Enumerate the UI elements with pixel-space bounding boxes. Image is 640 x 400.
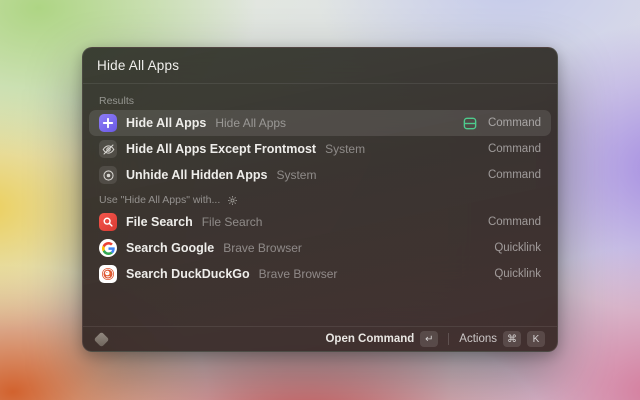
search-input-text: Hide All Apps bbox=[97, 58, 179, 73]
item-title: Search Google bbox=[126, 241, 214, 255]
eye-icon bbox=[99, 166, 117, 184]
footer-action-bar: Open Command ↵ Actions ⌘ K bbox=[83, 326, 557, 351]
command-key-icon: ⌘ bbox=[503, 331, 521, 347]
item-title: Hide All Apps Except Frontmost bbox=[126, 142, 316, 156]
item-kind-badge: Quicklink bbox=[494, 268, 541, 280]
window-icon bbox=[463, 117, 477, 130]
item-title: File Search bbox=[126, 215, 193, 229]
eye-slash-icon bbox=[99, 140, 117, 158]
item-kind-badge: Command bbox=[488, 117, 541, 129]
item-title: Hide All Apps bbox=[126, 116, 206, 130]
list-item[interactable]: Hide All Apps Hide All Apps Command bbox=[89, 110, 551, 136]
item-subtitle: File Search bbox=[202, 215, 263, 229]
section-header-label: Use "Hide All Apps" with... bbox=[99, 193, 220, 207]
section-header: Results bbox=[89, 94, 551, 108]
item-subtitle: Brave Browser bbox=[223, 241, 302, 255]
item-kind-badge: Command bbox=[488, 169, 541, 181]
list-item[interactable]: File Search File Search Command bbox=[89, 209, 551, 235]
list-item[interactable]: Unhide All Hidden Apps System Command bbox=[89, 162, 551, 188]
duckduckgo-icon bbox=[99, 265, 117, 283]
hide-apps-icon bbox=[99, 114, 117, 132]
gear-icon[interactable] bbox=[227, 195, 238, 206]
footer-divider bbox=[448, 333, 449, 345]
list-item[interactable]: Search Google Brave Browser Quicklink bbox=[89, 235, 551, 261]
search-input[interactable]: Hide All Apps bbox=[83, 48, 557, 84]
item-subtitle: System bbox=[325, 142, 365, 156]
item-kind-badge: Command bbox=[488, 143, 541, 155]
actions-button[interactable]: Actions ⌘ K bbox=[457, 329, 547, 349]
section-header: Use "Hide All Apps" with... bbox=[89, 193, 551, 207]
results-list: Results Hide All Apps Hide All Apps Comma… bbox=[83, 84, 557, 326]
raycast-launcher-window: Hide All Apps Results Hide All AppsHide … bbox=[82, 47, 558, 352]
raycast-logo-icon bbox=[94, 331, 110, 347]
item-subtitle: Brave Browser bbox=[259, 267, 338, 281]
item-kind-badge: Quicklink bbox=[494, 242, 541, 254]
actions-label: Actions bbox=[459, 333, 497, 345]
open-command-button[interactable]: Open Command ↵ bbox=[323, 329, 440, 349]
item-subtitle: Hide All Apps bbox=[215, 116, 286, 130]
item-title: Unhide All Hidden Apps bbox=[126, 168, 267, 182]
section-header-label: Results bbox=[99, 94, 134, 108]
open-command-label: Open Command bbox=[325, 333, 414, 345]
google-icon bbox=[99, 239, 117, 257]
file-search-icon bbox=[99, 213, 117, 231]
item-kind-badge: Command bbox=[488, 216, 541, 228]
item-subtitle: System bbox=[276, 168, 316, 182]
list-item[interactable]: Search DuckDuckGo Brave Browser Quicklink bbox=[89, 261, 551, 287]
k-key-icon: K bbox=[527, 331, 545, 347]
item-title: Search DuckDuckGo bbox=[126, 267, 250, 281]
return-key-icon: ↵ bbox=[420, 331, 438, 347]
list-item[interactable]: Hide All Apps Except Frontmost System Comm… bbox=[89, 136, 551, 162]
